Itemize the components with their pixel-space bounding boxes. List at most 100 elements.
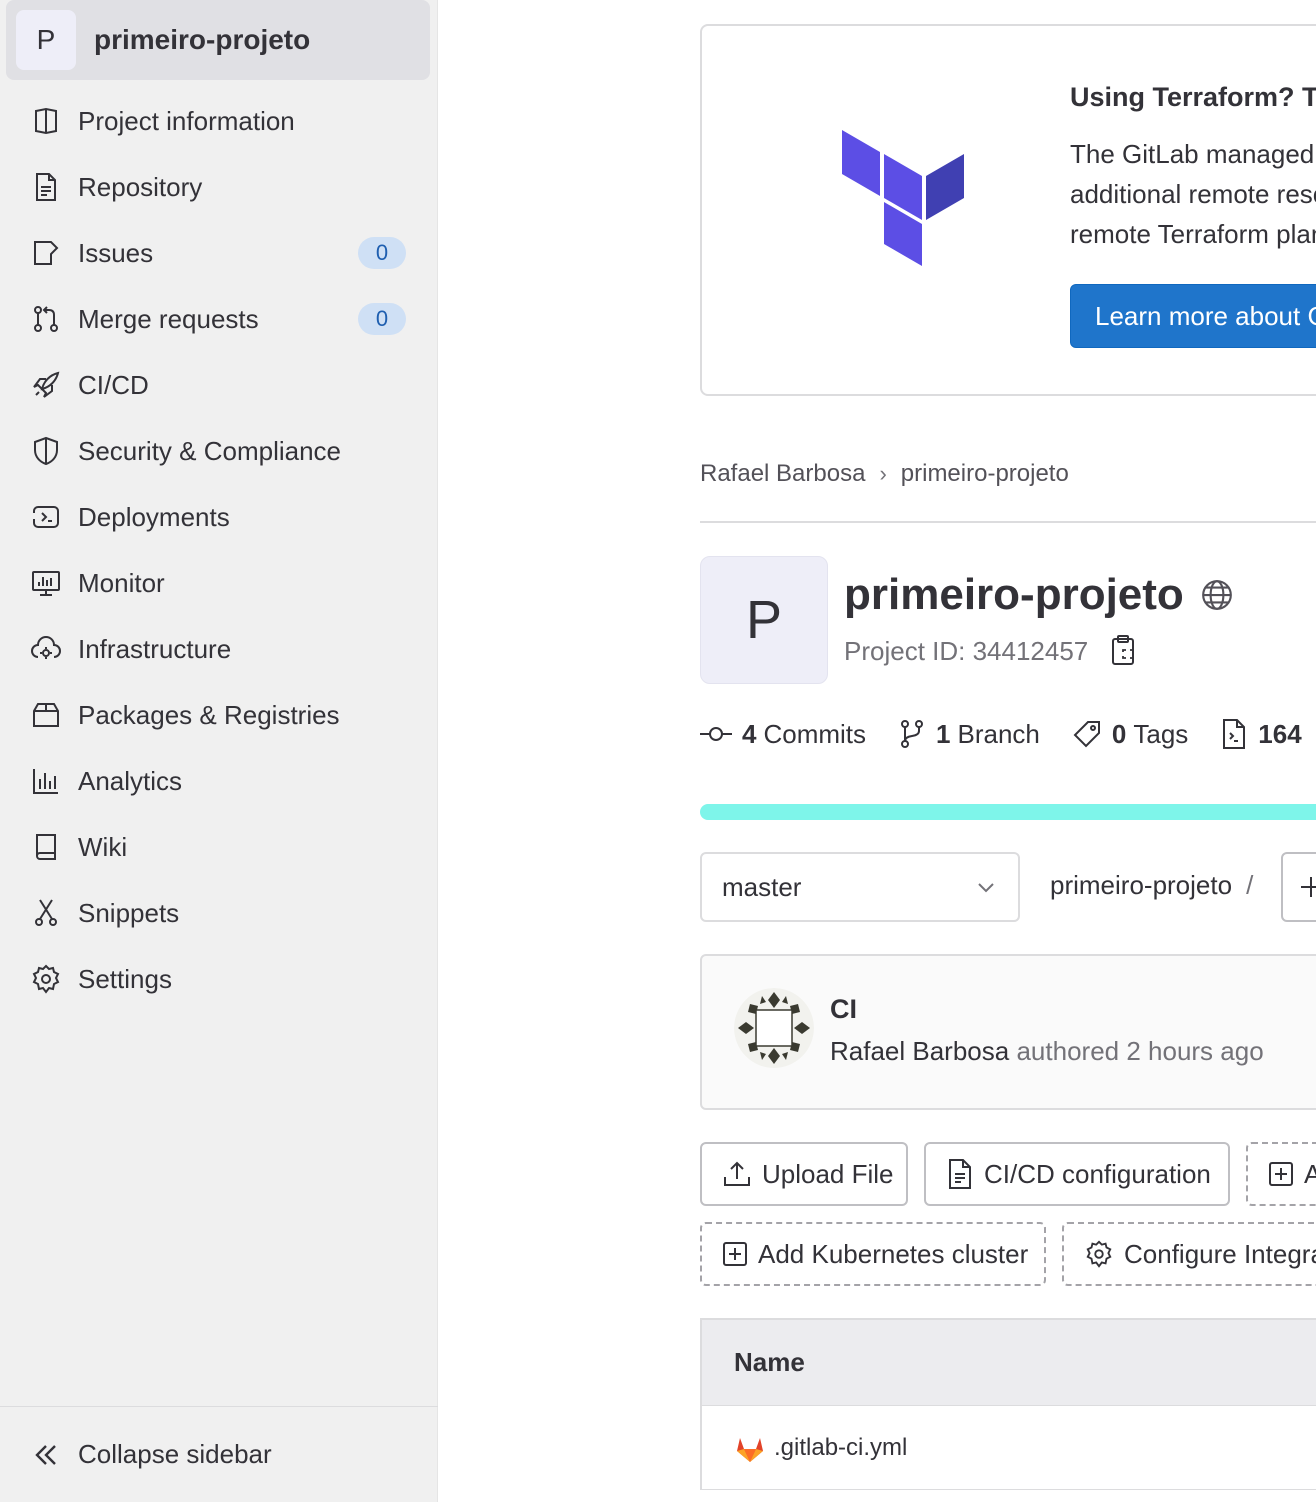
main-content: Using Terraform? T The GitLab managed ad… bbox=[438, 0, 1316, 1502]
commits-stat[interactable]: 4 Commits bbox=[700, 719, 866, 750]
sidebar-item-label: Settings bbox=[78, 963, 172, 994]
commit-icon bbox=[700, 727, 732, 741]
terraform-banner-line: The GitLab managed bbox=[1070, 139, 1315, 169]
rocket-icon bbox=[29, 368, 63, 402]
breadcrumb-item-project[interactable]: primeiro-projeto bbox=[901, 460, 1069, 488]
configure-integrations-button[interactable]: Configure Integra bbox=[1062, 1222, 1316, 1286]
tags-stat[interactable]: 0 Tags bbox=[1072, 719, 1188, 750]
terraform-banner: Using Terraform? T The GitLab managed ad… bbox=[700, 24, 1316, 396]
book-icon bbox=[29, 830, 63, 864]
project-title-row: primeiro-projeto bbox=[844, 570, 1234, 620]
collapse-sidebar-label: Collapse sidebar bbox=[78, 1439, 272, 1469]
branches-count: 1 bbox=[936, 718, 951, 749]
files-stat[interactable]: 164 bbox=[1220, 718, 1308, 750]
sidebar-item-project-information[interactable]: Project information bbox=[0, 88, 438, 154]
terraform-banner-line: additional remote reso bbox=[1070, 179, 1316, 209]
settings-icon bbox=[1086, 1240, 1112, 1268]
sidebar-item-label: Issues bbox=[78, 237, 154, 268]
terraform-banner-title: Using Terraform? T bbox=[1070, 82, 1316, 112]
merge-requests-count-badge: 0 bbox=[358, 303, 406, 335]
cicd-configuration-button[interactable]: CI/CD configuration bbox=[924, 1142, 1230, 1206]
cloud-gear-icon bbox=[29, 632, 63, 666]
upload-file-button[interactable]: Upload File bbox=[700, 1142, 908, 1206]
branch-icon bbox=[901, 720, 924, 748]
sidebar-item-issues[interactable]: Issues 0 bbox=[0, 220, 438, 286]
branch-name: master bbox=[722, 871, 802, 902]
avatar[interactable] bbox=[734, 988, 814, 1068]
sidebar-item-deployments[interactable]: Deployments bbox=[0, 484, 438, 550]
branches-label: Branch bbox=[957, 718, 1040, 749]
file-name[interactable]: .gitlab-ci.yml bbox=[774, 1434, 907, 1462]
sidebar-item-settings[interactable]: Settings bbox=[0, 946, 438, 1012]
sidebar-item-cicd[interactable]: CI/CD bbox=[0, 352, 438, 418]
sidebar: P primeiro-projeto Project information R… bbox=[0, 0, 438, 1502]
sidebar-project-name: primeiro-projeto bbox=[94, 24, 311, 55]
terraform-logo bbox=[842, 130, 964, 266]
plus-icon bbox=[1301, 877, 1316, 897]
doc-code-icon bbox=[1223, 719, 1246, 749]
path-separator: / bbox=[1246, 870, 1254, 900]
sidebar-item-label: Snippets bbox=[78, 897, 180, 928]
breadcrumb-item-user[interactable]: Rafael Barbosa bbox=[700, 460, 865, 488]
plus-square-icon bbox=[723, 1242, 747, 1266]
chevron-double-left-icon bbox=[29, 1438, 63, 1472]
sidebar-item-label: Infrastructure bbox=[78, 633, 232, 664]
project-avatar-large: P bbox=[700, 556, 828, 684]
files-count: 164 bbox=[1258, 718, 1302, 749]
add-kubernetes-cluster-button[interactable]: Add Kubernetes cluster bbox=[700, 1222, 1046, 1286]
terraform-banner-line: remote Terraform plan bbox=[1070, 219, 1316, 249]
sidebar-project-header[interactable]: P primeiro-projeto bbox=[6, 0, 430, 80]
tags-count: 0 bbox=[1111, 718, 1127, 749]
breadcrumb: Rafael Barbosa › primeiro-projeto bbox=[700, 460, 1069, 488]
table-row[interactable]: .gitlab-ci.yml bbox=[700, 1406, 1316, 1490]
sidebar-item-label: Packages & Registries bbox=[78, 699, 340, 730]
chart-icon bbox=[29, 764, 63, 798]
repo-path-root[interactable]: primeiro-projeto bbox=[1050, 870, 1232, 900]
shield-icon bbox=[29, 434, 63, 468]
add-to-tree-button[interactable] bbox=[1281, 852, 1316, 922]
project-id-row: Project ID: 34412457 bbox=[844, 634, 1140, 668]
issues-count-badge: 0 bbox=[358, 237, 406, 269]
sidebar-item-label: Security & Compliance bbox=[78, 435, 341, 466]
commit-author[interactable]: Rafael Barbosa bbox=[830, 1036, 1009, 1066]
sidebar-item-infrastructure[interactable]: Infrastructure bbox=[0, 616, 438, 682]
deployments-icon bbox=[29, 500, 63, 534]
sidebar-item-wiki[interactable]: Wiki bbox=[0, 814, 438, 880]
plus-square-icon bbox=[1269, 1162, 1293, 1186]
sidebar-item-analytics[interactable]: Analytics bbox=[0, 748, 438, 814]
add-readme-button[interactable]: A bbox=[1246, 1142, 1316, 1206]
tags-label: Tags bbox=[1133, 718, 1189, 749]
upload-icon bbox=[724, 1161, 750, 1186]
sidebar-item-label: Wiki bbox=[78, 831, 128, 862]
sidebar-item-packages-registries[interactable]: Packages & Registries bbox=[0, 682, 438, 748]
sidebar-item-label: Analytics bbox=[78, 765, 183, 796]
issues-icon bbox=[29, 236, 63, 270]
commit-title[interactable]: CI bbox=[830, 994, 857, 1025]
commits-count: 4 bbox=[742, 718, 757, 749]
commits-label: Commits bbox=[763, 718, 867, 749]
last-commit: CI Rafael Barbosa authored 2 hours ago bbox=[700, 954, 1316, 1110]
copy-clipboard-icon[interactable] bbox=[1110, 634, 1140, 668]
monitor-icon bbox=[29, 566, 63, 600]
file-table-header: Name bbox=[700, 1318, 1316, 1406]
branches-stat[interactable]: 1 Branch bbox=[898, 719, 1040, 750]
sidebar-item-monitor[interactable]: Monitor bbox=[0, 550, 438, 616]
doc-text-icon bbox=[949, 1159, 971, 1189]
collapse-sidebar-button[interactable]: Collapse sidebar bbox=[0, 1406, 438, 1502]
page-title: primeiro-projeto bbox=[844, 570, 1184, 619]
column-header-name: Name bbox=[734, 1347, 805, 1377]
sidebar-item-repository[interactable]: Repository bbox=[0, 154, 438, 220]
sidebar-item-security-compliance[interactable]: Security & Compliance bbox=[0, 418, 438, 484]
sidebar-item-snippets[interactable]: Snippets bbox=[0, 880, 438, 946]
add-readme-label: A bbox=[1304, 1158, 1316, 1189]
chevron-down-icon bbox=[978, 883, 994, 893]
doc-text-icon bbox=[29, 170, 63, 204]
divider bbox=[700, 521, 1316, 523]
sidebar-item-merge-requests[interactable]: Merge requests 0 bbox=[0, 286, 438, 352]
cicd-configuration-label: CI/CD configuration bbox=[984, 1158, 1211, 1189]
upload-file-label: Upload File bbox=[762, 1158, 894, 1189]
commit-time: authored 2 hours ago bbox=[1016, 1036, 1264, 1066]
package-icon bbox=[29, 698, 63, 732]
branch-dropdown[interactable]: master bbox=[700, 852, 1020, 922]
learn-more-button[interactable]: Learn more about G bbox=[1070, 284, 1316, 348]
